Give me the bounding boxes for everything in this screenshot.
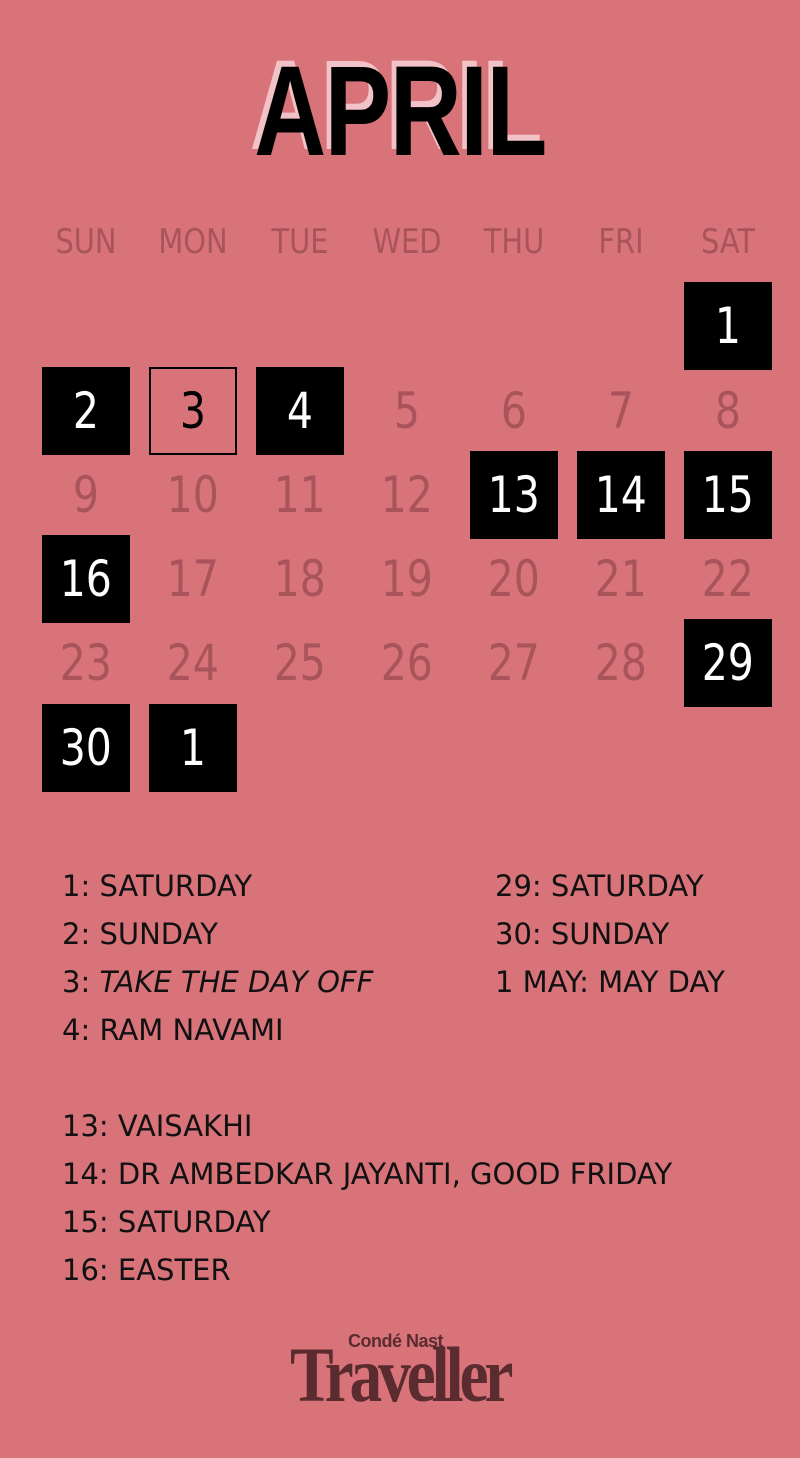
day-cell: 26 (363, 619, 451, 707)
day-number: 4 (286, 382, 314, 440)
holiday-note-date: 13: (62, 1109, 109, 1143)
holiday-note-date: 14: (62, 1157, 109, 1191)
holiday-note-date: 3: (62, 965, 91, 999)
holiday-note-date: 1 MAY: (495, 965, 589, 999)
holiday-note-text: SATURDAY (99, 869, 253, 903)
holiday-notes-right: 29: SATURDAY 30: SUNDAY 1 MAY: MAY DAY (495, 862, 725, 1006)
day-number: 11 (273, 466, 327, 524)
holiday-note-date: 2: (62, 917, 91, 951)
day-cell: 29 (684, 619, 772, 707)
holiday-note-text: SATURDAY (550, 869, 704, 903)
day-number: 6 (500, 382, 528, 440)
day-cell: 25 (256, 619, 344, 707)
day-cell: 10 (149, 451, 237, 539)
holiday-note-date: 15: (62, 1205, 109, 1239)
day-cell: 8 (684, 367, 772, 455)
day-number: 8 (714, 382, 742, 440)
calendar-grid: 1 2 3 4 5 6 7 8 9 10 11 12 13 14 15 16 17 18 19 20 21 22 23 24 2… (0, 0, 800, 820)
holiday-note: 4: RAM NAVAMI (62, 1006, 672, 1054)
day-cell: 20 (470, 535, 558, 623)
day-number: 7 (607, 382, 635, 440)
day-cell: 3 (149, 367, 237, 455)
day-cell: 15 (684, 451, 772, 539)
day-number: 13 (487, 466, 541, 524)
day-cell: 30 (42, 704, 130, 792)
day-number: 2 (72, 382, 100, 440)
day-number: 3 (179, 382, 207, 440)
day-number: 10 (166, 466, 220, 524)
holiday-note-date: 29: (495, 869, 542, 903)
day-number: 21 (594, 550, 648, 608)
day-number: 24 (166, 634, 220, 692)
holiday-note: 29: SATURDAY (495, 862, 725, 910)
holiday-note: 1 MAY: MAY DAY (495, 958, 725, 1006)
day-cell: 4 (256, 367, 344, 455)
traveller-logo: Condé Nast Traveller (290, 1330, 513, 1418)
day-cell: 12 (363, 451, 451, 539)
day-number: 25 (273, 634, 327, 692)
day-number: 20 (487, 550, 541, 608)
day-cell: 14 (577, 451, 665, 539)
holiday-note-text: VAISAKHI (117, 1109, 253, 1143)
holiday-note-text: EASTER (117, 1253, 231, 1287)
day-number: 28 (594, 634, 648, 692)
day-number: 1 (179, 719, 207, 777)
day-number: 23 (59, 634, 113, 692)
holiday-note-date: 4: (62, 1013, 91, 1047)
day-cell: 24 (149, 619, 237, 707)
holiday-note: 15: SATURDAY (62, 1198, 672, 1246)
day-cell: 19 (363, 535, 451, 623)
day-number: 18 (273, 550, 327, 608)
day-cell: 7 (577, 367, 665, 455)
holiday-note: 16: EASTER (62, 1246, 672, 1294)
day-number: 1 (714, 297, 742, 355)
holiday-note-text: MAY DAY (598, 965, 725, 999)
day-number: 17 (166, 550, 220, 608)
day-cell: 23 (42, 619, 130, 707)
day-cell: 13 (470, 451, 558, 539)
day-number: 5 (393, 382, 421, 440)
day-cell: 16 (42, 535, 130, 623)
day-number: 26 (380, 634, 434, 692)
day-number: 19 (380, 550, 434, 608)
day-cell: 6 (470, 367, 558, 455)
day-number: 12 (380, 466, 434, 524)
holiday-note-date: 30: (495, 917, 542, 951)
day-number: 29 (701, 634, 755, 692)
holiday-note-text: SUNDAY (99, 917, 218, 951)
holiday-note-text: RAM NAVAMI (99, 1013, 284, 1047)
day-cell: 17 (149, 535, 237, 623)
day-number: 30 (59, 719, 113, 777)
day-number: 15 (701, 466, 755, 524)
holiday-note: 14: DR AMBEDKAR JAYANTI, GOOD FRIDAY (62, 1150, 672, 1198)
day-number: 9 (72, 466, 100, 524)
day-number: 14 (594, 466, 648, 524)
logo-main-text: Traveller (290, 1331, 513, 1418)
holiday-note: 13: VAISAKHI (62, 1102, 672, 1150)
day-number: 27 (487, 634, 541, 692)
holiday-note-text: SUNDAY (550, 917, 670, 951)
day-number: 16 (59, 550, 113, 608)
holiday-note-text: DR AMBEDKAR JAYANTI, GOOD FRIDAY (117, 1157, 673, 1191)
day-cell: 18 (256, 535, 344, 623)
day-cell: 1 (149, 704, 237, 792)
day-cell: 22 (684, 535, 772, 623)
holiday-note-text: SATURDAY (117, 1205, 271, 1239)
day-cell: 28 (577, 619, 665, 707)
day-cell: 11 (256, 451, 344, 539)
day-cell: 1 (684, 282, 772, 370)
day-cell: 5 (363, 367, 451, 455)
day-cell: 2 (42, 367, 130, 455)
holiday-note-text: TAKE THE DAY OFF (99, 965, 374, 999)
holiday-note-date: 16: (62, 1253, 109, 1287)
day-number: 22 (701, 550, 755, 608)
holiday-note-date: 1: (62, 869, 91, 903)
day-cell: 27 (470, 619, 558, 707)
day-cell: 21 (577, 535, 665, 623)
holiday-note: 30: SUNDAY (495, 910, 725, 958)
day-cell: 9 (42, 451, 130, 539)
